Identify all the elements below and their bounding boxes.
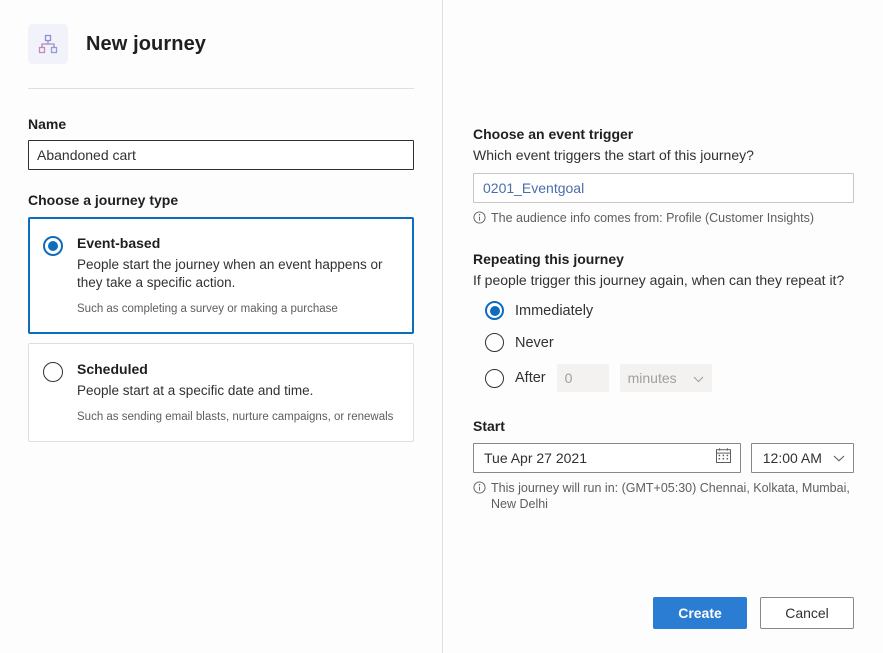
repeat-option-after[interactable]: After minutes (473, 364, 854, 392)
page-title: New journey (86, 32, 207, 55)
timezone-info-line: This journey will run in: (GMT+05:30) Ch… (473, 480, 854, 512)
start-date-field[interactable]: Tue Apr 27 2021 (473, 443, 741, 473)
timezone-info-text: This journey will run in: (GMT+05:30) Ch… (491, 481, 850, 511)
start-label: Start (473, 418, 505, 434)
left-pane: New journey Name Choose a journey type E… (0, 0, 442, 653)
option-title: Scheduled (77, 361, 148, 377)
start-date-value: Tue Apr 27 2021 (484, 450, 588, 466)
repeat-heading: Repeating this journey (473, 251, 624, 267)
repeat-option-immediately[interactable]: Immediately (473, 301, 854, 320)
repeat-after-amount-input[interactable] (556, 364, 609, 392)
radio-label: After (515, 370, 546, 386)
event-trigger-question: Which event triggers the start of this j… (473, 147, 754, 163)
journey-type-group: Choose a journey type Event-based People… (0, 170, 442, 442)
name-field-group: Name (0, 89, 442, 170)
name-label: Name (28, 116, 67, 132)
radio-event-based[interactable] (43, 236, 63, 256)
start-group: Start Tue Apr 27 2021 12:00 AM This jour… (473, 392, 854, 512)
option-hint: Such as completing a survey or making a … (77, 303, 338, 315)
option-title: Event-based (77, 235, 161, 251)
dialog-footer: Create Cancel (653, 597, 854, 629)
repeat-after-unit-value: minutes (627, 370, 677, 386)
start-time-select[interactable]: 12:00 AM (750, 443, 854, 473)
info-icon (473, 481, 486, 498)
dialog-header: New journey (0, 0, 442, 64)
option-hint: Such as sending email blasts, nurture ca… (77, 411, 394, 423)
audience-info-line: The audience info comes from: Profile (C… (473, 210, 854, 228)
cancel-button[interactable]: Cancel (760, 597, 854, 629)
info-icon (473, 211, 486, 228)
start-time-value: 12:00 AM (762, 450, 822, 466)
journey-type-label: Choose a journey type (28, 192, 179, 208)
radio-after[interactable] (485, 368, 504, 388)
journey-type-option-scheduled[interactable]: Scheduled People start at a specific dat… (28, 343, 414, 442)
event-trigger-group: Choose an event trigger Which event trig… (473, 0, 854, 228)
radio-scheduled[interactable] (43, 362, 63, 382)
repeat-question: If people trigger this journey again, wh… (473, 272, 845, 288)
option-description: People start at a specific date and time… (77, 383, 314, 398)
chevron-down-icon (833, 449, 845, 467)
chevron-down-icon (693, 370, 704, 386)
journey-type-option-event-based[interactable]: Event-based People start the journey whe… (28, 217, 414, 334)
new-journey-dialog: New journey Name Choose a journey type E… (0, 0, 883, 653)
repeat-group: Repeating this journey If people trigger… (473, 228, 854, 392)
radio-label: Never (515, 334, 554, 351)
right-pane: Choose an event trigger Which event trig… (443, 0, 883, 653)
hierarchy-icon (28, 24, 68, 64)
start-row: Tue Apr 27 2021 12:00 AM (473, 443, 854, 473)
event-trigger-input[interactable] (473, 173, 854, 203)
repeat-after-unit-select[interactable]: minutes (619, 364, 712, 392)
option-description: People start the journey when an event h… (77, 257, 383, 290)
name-input[interactable] (28, 140, 414, 170)
repeat-option-never[interactable]: Never (473, 333, 854, 352)
radio-never[interactable] (485, 333, 504, 352)
event-trigger-heading: Choose an event trigger (473, 126, 634, 142)
calendar-icon[interactable] (715, 447, 732, 469)
radio-label: Immediately (515, 302, 594, 319)
create-button[interactable]: Create (653, 597, 747, 629)
radio-immediately[interactable] (485, 301, 504, 320)
audience-info-text: The audience info comes from: Profile (C… (491, 211, 815, 225)
